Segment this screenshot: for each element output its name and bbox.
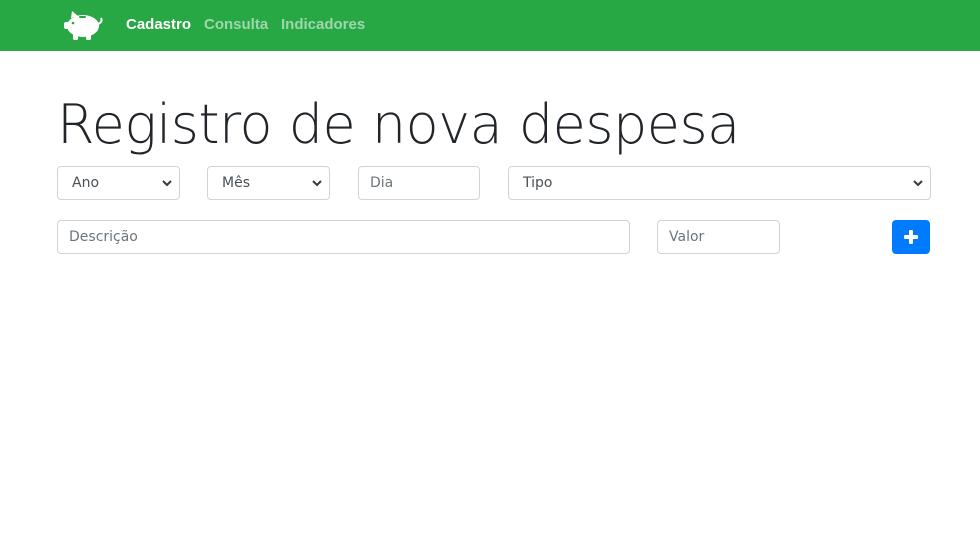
valor-input[interactable]: Valor bbox=[657, 220, 780, 254]
chevron-down-icon bbox=[312, 180, 322, 187]
brand-logo[interactable] bbox=[62, 8, 104, 42]
ano-select-value: Ano bbox=[72, 175, 100, 191]
dia-input-placeholder: Dia bbox=[370, 175, 394, 191]
mes-select[interactable]: Mês bbox=[207, 166, 330, 200]
ano-select[interactable]: Ano bbox=[57, 166, 180, 200]
dia-input[interactable]: Dia bbox=[358, 166, 480, 200]
tipo-select-value: Tipo bbox=[523, 175, 553, 191]
chevron-down-icon bbox=[162, 180, 172, 187]
valor-input-placeholder: Valor bbox=[669, 229, 705, 245]
add-expense-button[interactable] bbox=[892, 220, 930, 254]
descricao-input-placeholder: Descrição bbox=[69, 229, 138, 245]
page-title: Registro de nova despesa bbox=[57, 93, 740, 156]
chevron-down-icon bbox=[913, 180, 923, 187]
nav-cadastro[interactable]: Cadastro bbox=[126, 16, 191, 33]
nav-consulta[interactable]: Consulta bbox=[204, 16, 268, 33]
mes-select-value: Mês bbox=[222, 175, 250, 191]
navbar: Cadastro Consulta Indicadores bbox=[0, 0, 980, 51]
piggy-bank-icon bbox=[64, 11, 103, 40]
plus-icon bbox=[904, 230, 918, 244]
descricao-input[interactable]: Descrição bbox=[57, 220, 630, 254]
tipo-select[interactable]: Tipo bbox=[508, 166, 931, 200]
nav-indicadores[interactable]: Indicadores bbox=[281, 16, 365, 33]
